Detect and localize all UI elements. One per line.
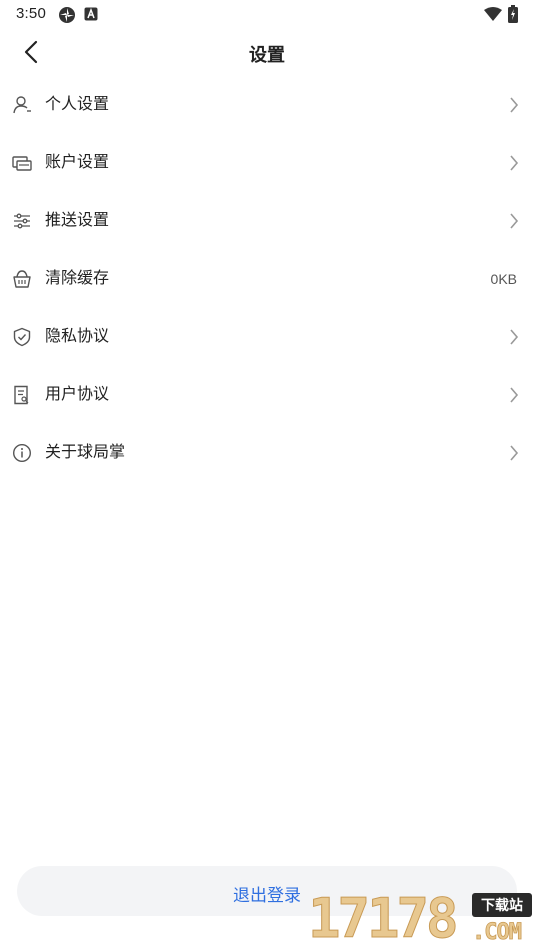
watermark-badge: 下载站 [472,893,532,917]
page-title: 设置 [249,45,285,65]
menu-item-label: 推送设置 [45,212,110,229]
a-badge-icon [84,7,98,26]
settings-menu: 个人设置 账户设置 推送设置 清除缓存 0KB 隐私协议 用户协议 关于球局掌 [0,76,534,482]
battery-charging-icon [508,5,518,28]
menu-item-label: 隐私协议 [45,328,110,345]
menu-item-label: 清除缓存 [45,270,110,287]
chevron-right-icon [508,386,520,404]
shield-check-icon [12,327,32,347]
status-bar: 3:50 [0,0,534,28]
info-icon [12,443,32,463]
chevron-right-icon [508,96,520,114]
person-icon [12,95,32,115]
watermark-digits: 17178 [308,887,460,950]
menu-item-label: 用户协议 [45,386,110,403]
menu-item-user-agreement[interactable]: 用户协议 [0,366,534,424]
menu-item-label: 关于球局掌 [45,444,126,461]
chevron-right-icon [508,154,520,172]
menu-item-label: 个人设置 [45,96,110,113]
chevron-right-icon [508,212,520,230]
menu-item-label: 账户设置 [45,154,110,171]
menu-item-personal-settings[interactable]: 个人设置 [0,76,534,134]
menu-item-account-settings[interactable]: 账户设置 [0,134,534,192]
basket-icon [12,269,32,289]
status-time: 3:50 [16,5,46,22]
sliders-icon [12,211,32,231]
header: 设置 [0,28,534,76]
watermark-logo: 17178 下载站 .COM [306,887,534,950]
pinwheel-icon [58,6,76,29]
menu-item-about[interactable]: 关于球局掌 [0,424,534,482]
chevron-right-icon [508,444,520,462]
cache-size-value: 0KB [490,271,517,287]
watermark-domain: .COM [472,920,523,946]
menu-item-privacy-policy[interactable]: 隐私协议 [0,308,534,366]
card-icon [12,153,32,173]
menu-item-push-settings[interactable]: 推送设置 [0,192,534,250]
wifi-icon [484,7,502,26]
menu-item-clear-cache[interactable]: 清除缓存 0KB [0,250,534,308]
chevron-right-icon [508,328,520,346]
document-icon [12,385,32,405]
